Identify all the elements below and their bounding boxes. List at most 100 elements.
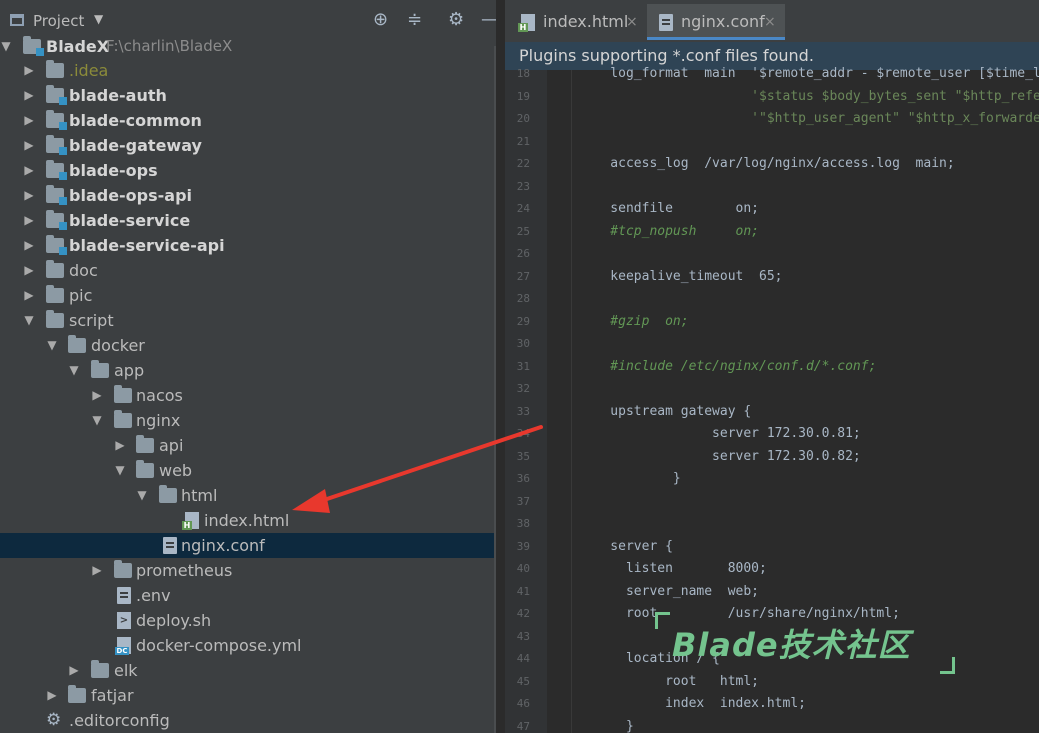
tree-item-blade-common[interactable]: ▶ blade-common [0,108,496,133]
docker-compose-icon: DC [115,637,131,655]
line-number: 24 [516,202,530,215]
module-folder-icon [46,135,67,155]
tree-item-deploy-sh[interactable]: > deploy.sh [0,608,496,633]
tree-item-label: nacos [136,386,183,405]
tree-item-label: blade-common [69,111,202,130]
tree-item-elk[interactable]: ▶ elk [0,658,496,683]
tree-item-docker-compose[interactable]: DC docker-compose.yml [0,633,496,658]
expand-arrow-icon[interactable]: ▶ [23,183,35,208]
tab-index-html[interactable]: H index.html × [505,4,645,40]
line-number: 34 [516,427,530,440]
tree-item-nginx-conf[interactable]: nginx.conf [0,533,496,558]
expand-arrow-icon[interactable]: ▼ [91,408,103,433]
code-line: listen 8000; [579,561,767,576]
tree-item-blade-ops[interactable]: ▶ blade-ops [0,158,496,183]
collapse-all-icon[interactable]: ≑ [407,9,422,30]
line-number: 22 [516,157,530,170]
tree-item-env[interactable]: .env [0,583,496,608]
code-line: #gzip on; [579,313,689,329]
tree-item-doc[interactable]: ▶ doc [0,258,496,283]
tree-item-label: web [159,461,193,480]
module-folder-icon [46,210,67,230]
expand-arrow-icon[interactable]: ▶ [23,58,35,83]
code-line: log_format main '$remote_addr - $remote_… [579,66,1039,81]
code-line: } [579,471,681,486]
expand-arrow-icon[interactable]: ▶ [23,83,35,108]
expand-arrow-icon[interactable]: ▶ [114,433,126,458]
tree-item-html[interactable]: ▼ html [0,483,496,508]
tree-item-label: blade-gateway [69,136,202,155]
project-scrollbar[interactable] [494,46,496,733]
expand-arrow-icon[interactable]: ▶ [23,108,35,133]
expand-arrow-icon[interactable]: ▶ [23,133,35,158]
expand-arrow-icon[interactable]: ▶ [23,158,35,183]
expand-arrow-icon[interactable]: ▶ [91,383,103,408]
tree-item-blade-service-api[interactable]: ▶ blade-service-api [0,233,496,258]
project-view-selector[interactable]: Project [33,12,84,30]
project-panel: Project ▼ ⊕ ≑ ⚙ — ▼ BladeX F:\charlin\Bl… [0,0,496,733]
locate-icon[interactable]: ⊕ [373,9,388,30]
tree-item-blade-ops-api[interactable]: ▶ blade-ops-api [0,183,496,208]
chevron-down-icon[interactable]: ▼ [94,12,103,26]
tree-item-label: .env [136,586,171,605]
expand-arrow-icon[interactable]: ▼ [114,458,126,483]
tree-item-editorconfig[interactable]: ⚙ .editorconfig [0,708,496,733]
tree-item-fatjar[interactable]: ▶ fatjar [0,683,496,708]
tree-item-nacos[interactable]: ▶ nacos [0,383,496,408]
expand-arrow-icon[interactable]: ▼ [46,333,58,358]
tree-item-bladex[interactable]: ▼ BladeX F:\charlin\BladeX [0,34,496,59]
expand-arrow-icon[interactable]: ▶ [23,233,35,258]
folder-icon [46,60,64,78]
expand-arrow-icon[interactable]: ▶ [23,208,35,233]
module-folder-icon [46,185,67,205]
expand-arrow-icon[interactable]: ▶ [91,558,103,583]
line-number: 45 [516,674,530,688]
tree-item-web[interactable]: ▼ web [0,458,496,483]
close-icon[interactable]: × [626,4,638,40]
line-number: 42 [516,607,530,620]
tab-nginx-conf[interactable]: nginx.conf × [647,4,785,40]
tree-item-idea[interactable]: ▶ .idea [0,58,496,83]
gear-icon[interactable]: ⚙ [448,9,464,30]
config-file-icon [163,537,177,554]
tree-item-docker[interactable]: ▼ docker [0,333,496,358]
line-number: 47 [516,719,530,733]
line-number: 43 [516,629,530,643]
expand-arrow-icon[interactable]: ▼ [0,34,12,59]
line-number: 26 [516,247,530,260]
tree-item-app[interactable]: ▼ app [0,358,496,383]
tree-item-label: deploy.sh [136,611,212,630]
tree-item-script[interactable]: ▼ script [0,308,496,333]
line-number: 29 [516,314,530,328]
tree-item-label: api [159,436,184,455]
tree-item-blade-service[interactable]: ▶ blade-service [0,208,496,233]
watermark: Blade技术社区 [655,612,955,674]
expand-arrow-icon[interactable]: ▶ [46,683,58,708]
folder-icon [114,560,132,578]
tree-item-label: blade-service [69,211,191,230]
tree-item-blade-gateway[interactable]: ▶ blade-gateway [0,133,496,158]
tree-item-label: docker-compose.yml [136,636,302,655]
expand-arrow-icon[interactable]: ▼ [68,358,80,383]
tree-item-pic[interactable]: ▶ pic [0,283,496,308]
tree-item-blade-auth[interactable]: ▶ blade-auth [0,83,496,108]
code-line: '$status $body_bytes_sent "$http_referer… [579,88,1039,104]
expand-arrow-icon[interactable]: ▼ [136,483,148,508]
line-number: 25 [516,224,530,238]
tree-item-nginx[interactable]: ▼ nginx [0,408,496,433]
tree-item-index-html[interactable]: H index.html [0,508,496,533]
line-number: 37 [516,494,530,508]
tree-item-prometheus[interactable]: ▶ prometheus [0,558,496,583]
expand-arrow-icon[interactable]: ▶ [23,258,35,283]
close-icon[interactable]: × [764,4,776,40]
expand-arrow-icon[interactable]: ▼ [23,308,35,333]
project-path: F:\charlin\BladeX [106,37,233,55]
expand-arrow-icon[interactable]: ▶ [23,283,35,308]
line-number: 19 [516,89,530,103]
tree-item-api[interactable]: ▶ api [0,433,496,458]
expand-arrow-icon[interactable]: ▶ [68,658,80,683]
project-window-icon [10,14,24,26]
minimize-icon[interactable]: — [481,9,496,30]
line-number: 27 [516,269,530,283]
folder-icon [136,460,154,478]
